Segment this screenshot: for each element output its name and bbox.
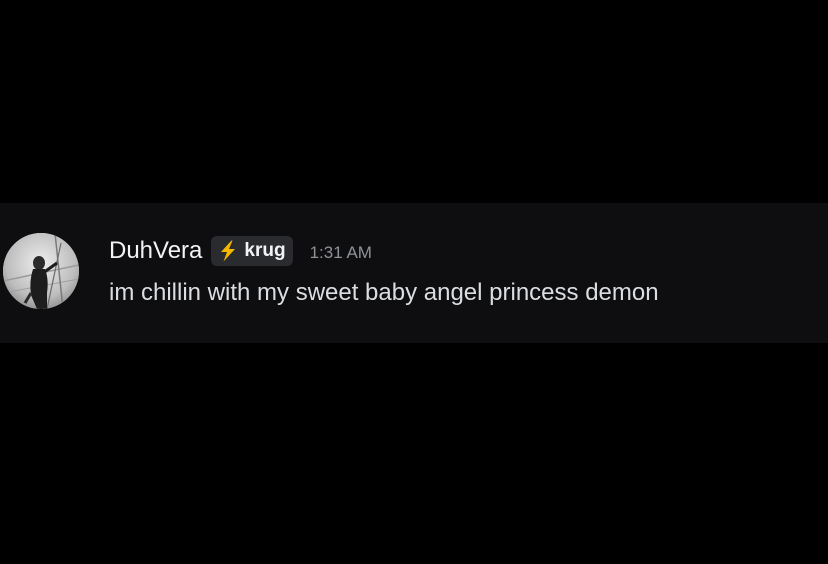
lightning-bolt-icon bbox=[221, 240, 236, 262]
username[interactable]: DuhVera bbox=[109, 231, 202, 271]
avatar-image bbox=[3, 233, 79, 309]
message-content: im chillin with my sweet baby angel prin… bbox=[109, 279, 659, 306]
message-header: DuhVera krug 1:31 AM bbox=[109, 231, 372, 271]
user-avatar[interactable] bbox=[3, 233, 79, 309]
tag-label: krug bbox=[244, 240, 286, 261]
message-row[interactable] bbox=[0, 203, 828, 343]
chat-view: DuhVera krug 1:31 AM im chillin with my … bbox=[0, 0, 828, 564]
user-tag[interactable]: krug bbox=[211, 236, 293, 266]
timestamp[interactable]: 1:31 AM bbox=[310, 233, 372, 273]
